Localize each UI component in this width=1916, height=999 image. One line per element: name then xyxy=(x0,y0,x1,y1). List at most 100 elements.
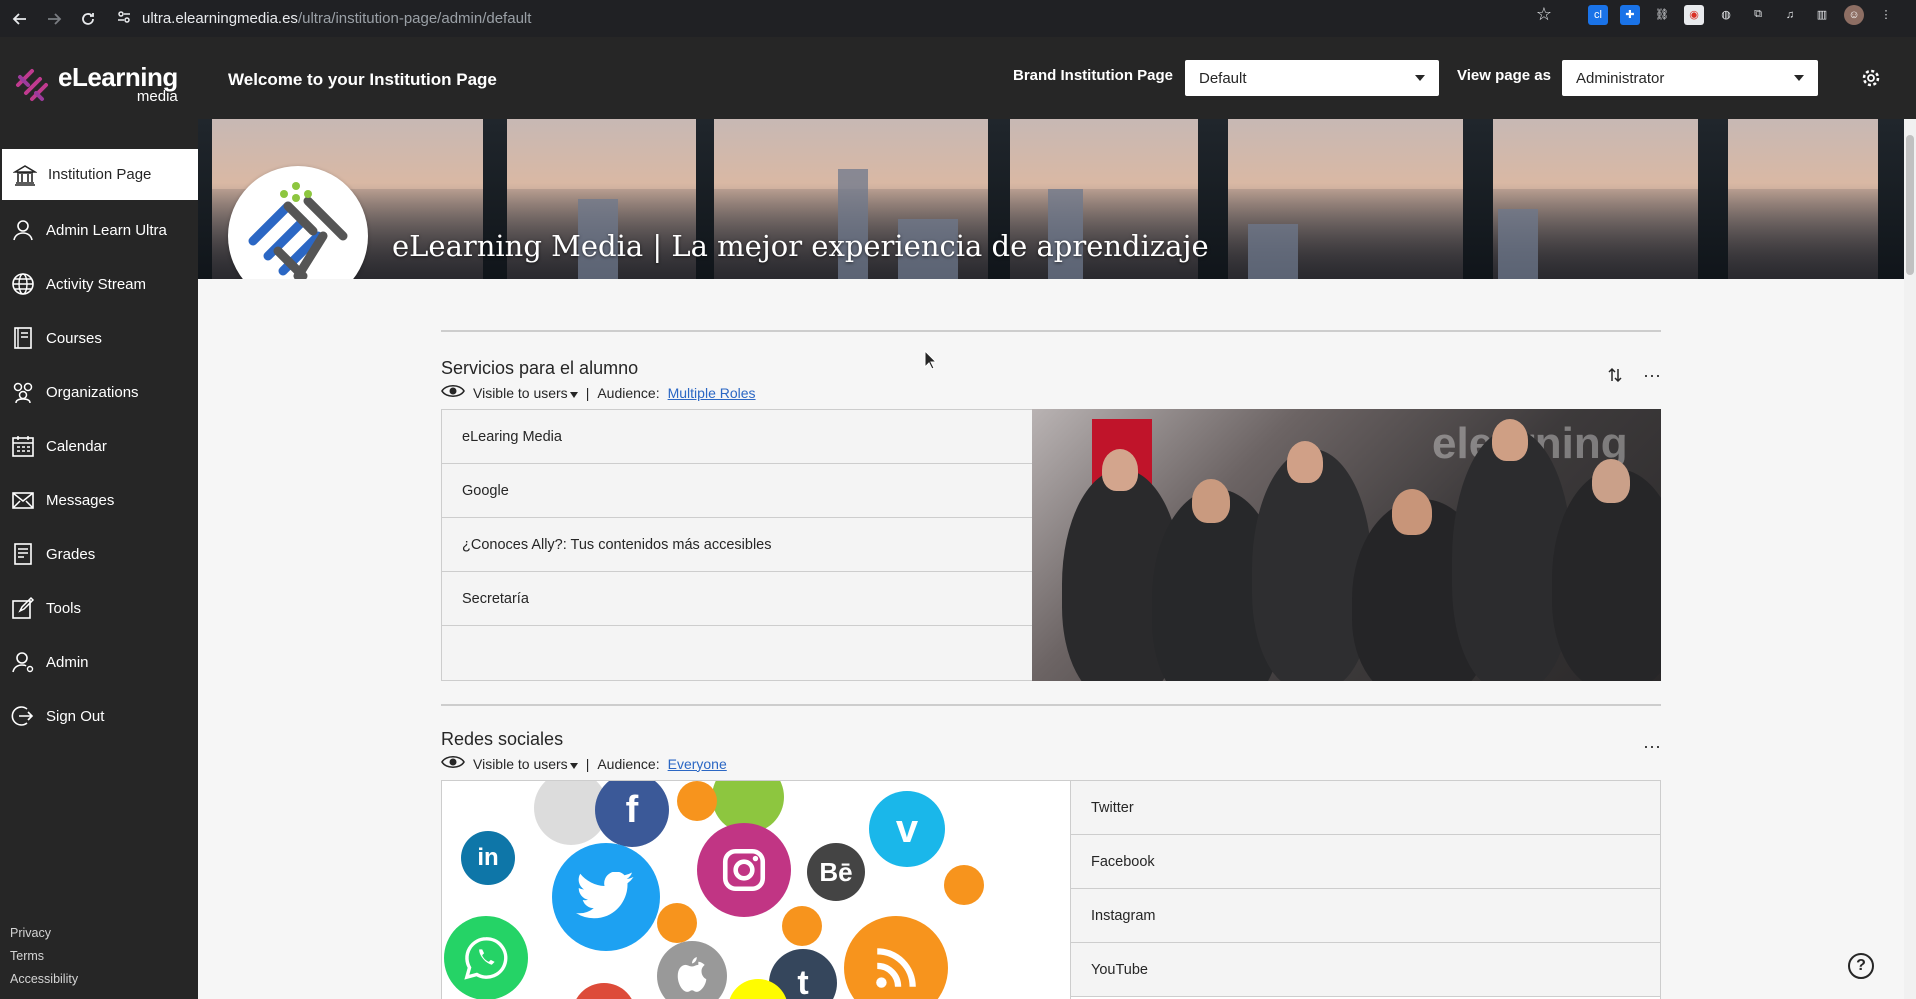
puzzle-icon[interactable]: ⧉ xyxy=(1748,5,1768,25)
sidebar-nav: Institution Page Admin Learn Ultra Activ… xyxy=(0,149,198,743)
institution-logo-mark-icon xyxy=(248,182,348,281)
sidebar-item-admin-learn-ultra[interactable]: Admin Learn Ultra xyxy=(0,203,198,257)
google-plus-icon: G+ xyxy=(572,983,636,999)
admin-icon xyxy=(10,649,36,675)
sidebar-item-courses[interactable]: Courses xyxy=(0,311,198,365)
view-as-value: Administrator xyxy=(1576,69,1665,87)
audience-link[interactable]: Everyone xyxy=(668,756,727,772)
list-item[interactable]: Facebook xyxy=(1071,835,1660,889)
view-as-select[interactable]: Administrator xyxy=(1562,60,1818,96)
media-icon[interactable]: ♫ xyxy=(1780,5,1800,25)
browser-menu-icon[interactable]: ⋮ xyxy=(1876,5,1896,25)
list-item[interactable]: Google xyxy=(442,464,1032,518)
chevron-down-icon xyxy=(569,391,578,398)
page-scrollbar[interactable] xyxy=(1904,119,1916,999)
terms-link[interactable]: Terms xyxy=(10,945,78,968)
site-settings-icon[interactable] xyxy=(116,9,132,29)
module-title: Servicios para el alumno xyxy=(441,358,639,378)
logo[interactable]: eLearning media xyxy=(12,64,178,105)
brand-select-value: Default xyxy=(1199,69,1247,87)
divider xyxy=(441,704,1661,706)
sidebar-item-institution-page[interactable]: Institution Page xyxy=(2,149,198,200)
address-bar[interactable]: ultra.elearningmedia.es/ultra/institutio… xyxy=(116,9,531,29)
bubble-icon xyxy=(657,903,697,943)
institution-icon xyxy=(12,162,38,188)
sidebar-item-tools[interactable]: Tools xyxy=(0,581,198,635)
sidebar-item-label: Tools xyxy=(46,599,82,617)
audience-label: Audience: xyxy=(597,384,660,401)
url-path: /ultra/institution-page/admin/default xyxy=(297,10,532,27)
audience-label: Audience: xyxy=(597,755,660,772)
list-item[interactable]: eLearing Media xyxy=(442,410,1032,464)
back-icon[interactable] xyxy=(6,5,34,33)
bubble-icon xyxy=(944,865,984,905)
module-meta: Visible to users | Audience: Multiple Ro… xyxy=(441,383,756,402)
link-icon[interactable]: ⛓ xyxy=(1652,5,1672,25)
behance-icon: Bē xyxy=(807,843,865,901)
bookmark-star-icon[interactable]: ☆ xyxy=(1536,4,1552,25)
reorder-icon[interactable] xyxy=(1603,363,1627,387)
list-item[interactable]: Instagram xyxy=(1071,889,1660,943)
user-icon xyxy=(10,217,36,243)
team-photo: elearning xyxy=(1032,409,1661,681)
page-header: Welcome to your Institution Page Brand I… xyxy=(198,37,1916,119)
eye-icon xyxy=(441,383,465,402)
facebook-icon: f xyxy=(595,781,669,847)
sidebar-item-calendar[interactable]: Calendar xyxy=(0,419,198,473)
sidebar-item-label: Courses xyxy=(46,329,102,347)
sidebar-item-organizations[interactable]: Organizations xyxy=(0,365,198,419)
list-item[interactable]: YouTube xyxy=(1071,943,1660,997)
brand-select[interactable]: Default xyxy=(1185,60,1439,96)
institution-page-content: Servicios para el alumno Visible to user… xyxy=(198,279,1904,999)
separator: | xyxy=(585,384,590,401)
list-item[interactable]: Twitter xyxy=(1071,781,1660,835)
sidebar-item-label: Sign Out xyxy=(46,707,105,725)
chevron-down-icon xyxy=(569,762,578,769)
institution-banner: eLearning Media | La mejor experiencia d… xyxy=(198,119,1904,279)
chevron-down-icon xyxy=(1415,75,1425,81)
sidebar-item-label: Calendar xyxy=(46,437,107,455)
visibility-dropdown[interactable]: Visible to users xyxy=(473,756,578,772)
module-meta: Visible to users | Audience: Everyone xyxy=(441,754,727,773)
accessibility-link[interactable]: Accessibility xyxy=(10,968,78,991)
apple-icon xyxy=(657,941,727,999)
more-options-icon[interactable]: ··· xyxy=(1640,363,1664,387)
sign-out-icon xyxy=(10,703,36,729)
extension-icon[interactable]: cl xyxy=(1588,4,1608,25)
audience-link[interactable]: Multiple Roles xyxy=(668,385,756,401)
list-item[interactable]: Secretaría xyxy=(442,572,1032,626)
gear-icon[interactable] xyxy=(1860,67,1882,89)
sidebar: eLearning media Institution Page Admin L… xyxy=(0,37,198,999)
more-options-icon[interactable]: ··· xyxy=(1640,734,1664,758)
bubble-icon xyxy=(782,906,822,946)
sidebar-item-sign-out[interactable]: Sign Out xyxy=(0,689,198,743)
reload-icon[interactable] xyxy=(74,5,102,33)
forward-icon[interactable] xyxy=(40,5,68,33)
organizations-icon xyxy=(10,379,36,405)
visibility-dropdown[interactable]: Visible to users xyxy=(473,385,578,401)
sidebar-item-messages[interactable]: Messages xyxy=(0,473,198,527)
sidebar-item-label: Activity Stream xyxy=(46,275,147,293)
logo-mark-icon xyxy=(16,69,48,101)
linkedin-icon: in xyxy=(461,831,515,885)
module-title: Redes sociales xyxy=(441,729,564,749)
calendar-icon xyxy=(10,433,36,459)
sidebar-footer: Privacy Terms Accessibility xyxy=(10,922,78,991)
sidebar-item-grades[interactable]: Grades xyxy=(0,527,198,581)
list-item[interactable]: ¿Conoces Ally?: Tus contenidos más acces… xyxy=(442,518,1032,572)
extension-icon[interactable]: ✚ xyxy=(1620,4,1640,25)
privacy-link[interactable]: Privacy xyxy=(10,922,78,945)
profile-avatar[interactable]: ☺ xyxy=(1844,4,1864,25)
sidebar-item-admin[interactable]: Admin xyxy=(0,635,198,689)
extension-icon[interactable]: ◉ xyxy=(1684,4,1704,25)
chevron-down-icon xyxy=(1794,75,1804,81)
extension-icon[interactable]: ◍ xyxy=(1716,5,1736,25)
help-icon[interactable]: ? xyxy=(1848,953,1874,979)
banner-title: eLearning Media | La mejor experiencia d… xyxy=(392,229,1209,263)
sidebar-item-activity-stream[interactable]: Activity Stream xyxy=(0,257,198,311)
bubble-icon xyxy=(677,781,717,821)
grades-icon xyxy=(10,541,36,567)
visibility-value: Visible to users xyxy=(473,755,568,772)
side-panel-icon[interactable]: ▥ xyxy=(1812,5,1832,25)
scrollbar-thumb[interactable] xyxy=(1906,135,1914,275)
